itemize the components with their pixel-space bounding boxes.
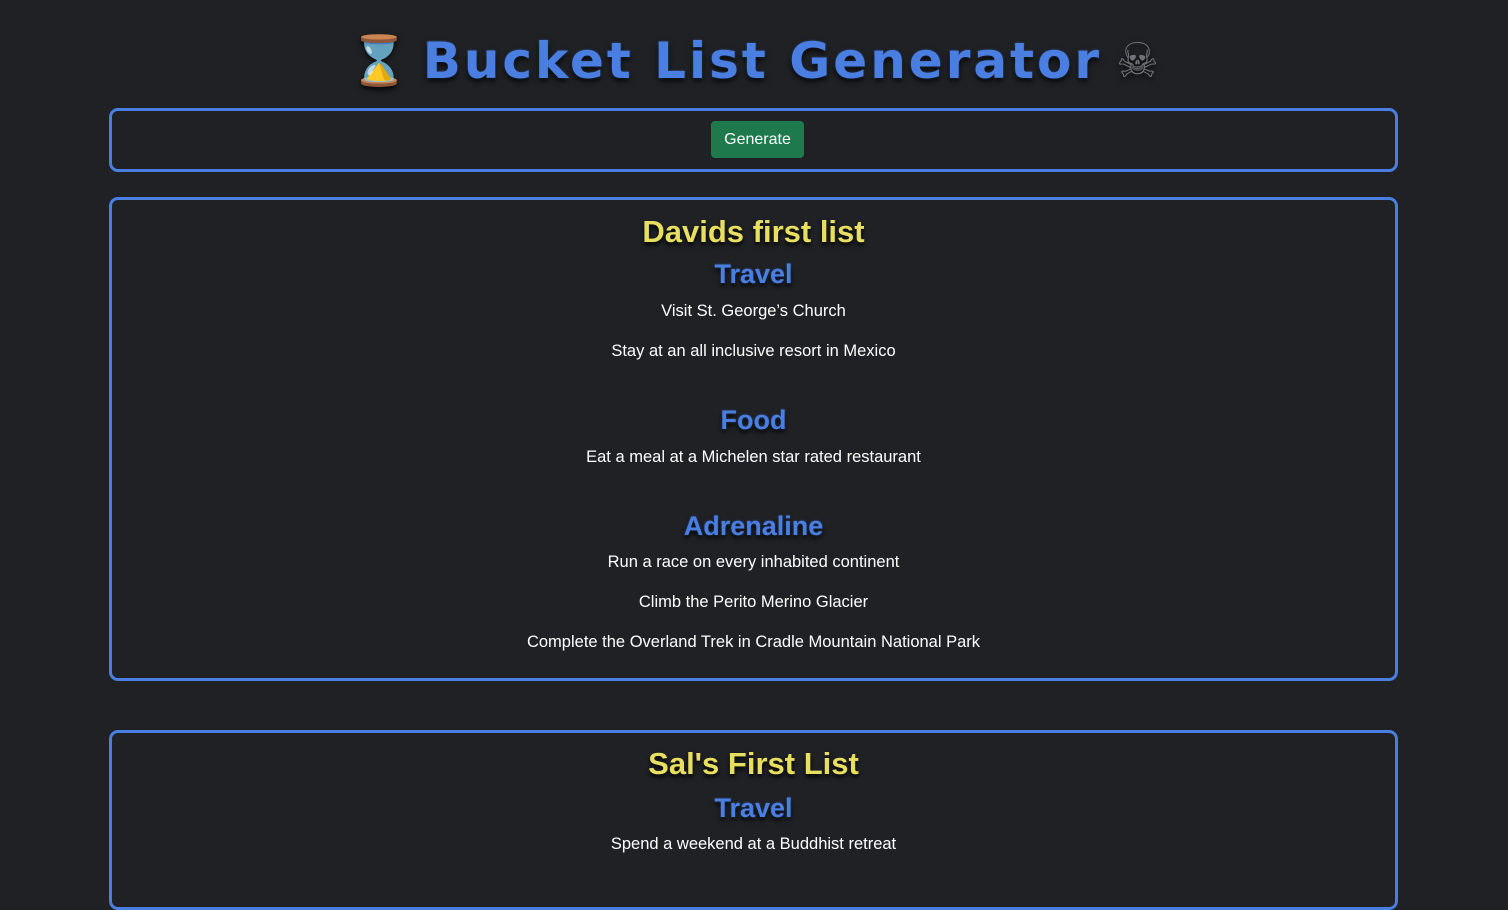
list-item: Eat a meal at a Michelen star rated rest… [586, 448, 921, 466]
generate-panel: Generate [109, 108, 1398, 172]
list-title: Sal's First List [648, 746, 859, 781]
list-item: Visit St. George’s Church [661, 302, 846, 320]
skull-icon: ☠ [1116, 33, 1160, 89]
list-item: Spend a weekend at a Buddhist retreat [610, 835, 897, 853]
list-item: Stay at an all inclusive resort in Mexic… [611, 342, 896, 360]
bucket-list-card: Sal's First List Travel Spend a weekend … [109, 730, 1398, 910]
page-header: ⌛ Bucket List Generator ☠ [0, 28, 1508, 94]
list-title: Davids first list [642, 214, 865, 249]
page-title: Bucket List Generator [422, 32, 1103, 90]
list-item: Complete the Overland Trek in Cradle Mou… [526, 633, 981, 651]
list-item: Climb the Perito Merino Glacier [638, 593, 869, 611]
generate-button[interactable]: Generate [711, 121, 804, 158]
category-heading: Food [720, 405, 787, 435]
hourglass-icon: ⌛ [348, 33, 409, 89]
bucket-list-card: Davids first list Travel Visit St. Georg… [109, 197, 1398, 681]
category-heading: Travel [714, 259, 793, 289]
category-heading: Travel [714, 793, 793, 823]
category-heading: Adrenaline [683, 511, 824, 541]
list-item: Run a race on every inhabited continent [607, 553, 900, 571]
